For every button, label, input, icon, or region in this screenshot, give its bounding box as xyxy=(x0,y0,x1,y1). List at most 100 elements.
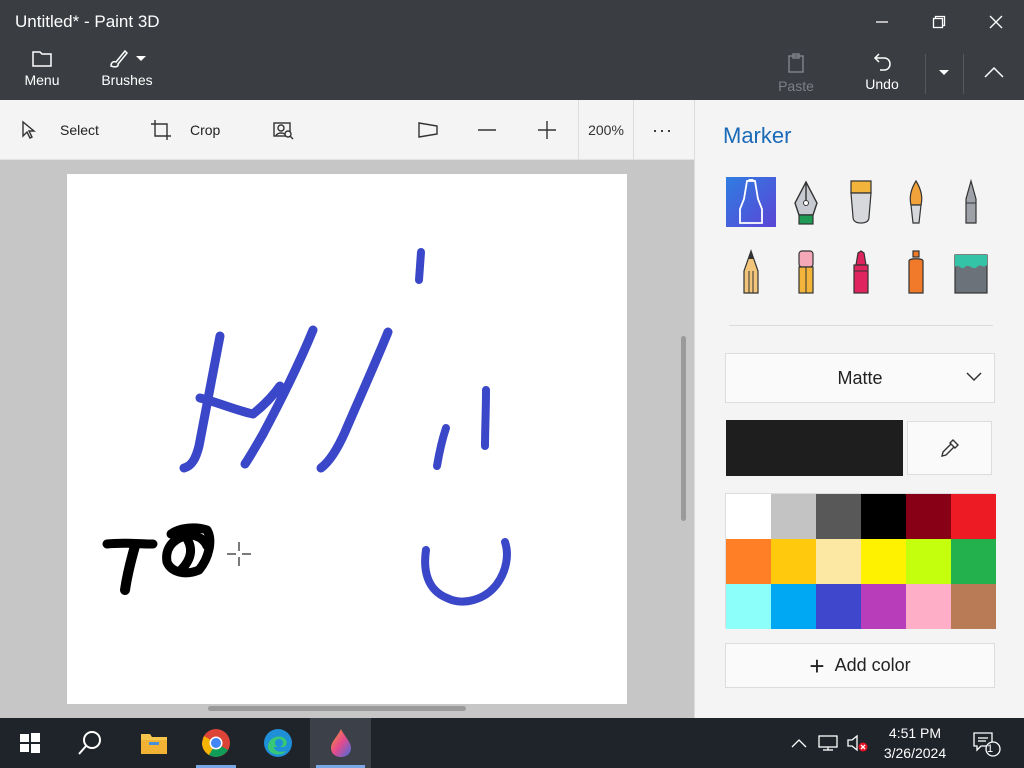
color-swatch[interactable] xyxy=(816,584,861,629)
network-button[interactable] xyxy=(814,718,842,768)
finish-dropdown[interactable]: Matte xyxy=(725,353,995,403)
minimize-button[interactable] xyxy=(853,0,910,44)
paint-3d-icon xyxy=(330,729,351,757)
perspective-view-icon xyxy=(418,122,438,138)
panel-divider xyxy=(729,325,993,326)
color-swatch[interactable] xyxy=(816,494,861,539)
color-swatch[interactable] xyxy=(906,494,951,539)
stroke-dot xyxy=(415,248,425,284)
zoom-value: 200% xyxy=(588,122,624,138)
brushes-button[interactable]: Brushes xyxy=(92,44,162,100)
view-3d-button[interactable] xyxy=(417,100,439,160)
current-color-swatch[interactable] xyxy=(726,420,903,476)
oil-brush-button[interactable] xyxy=(836,177,886,227)
start-button[interactable] xyxy=(6,718,54,768)
spray-can-icon xyxy=(908,250,924,294)
color-swatch[interactable] xyxy=(951,584,996,629)
color-swatch[interactable] xyxy=(726,584,771,629)
stroke-h-right xyxy=(240,325,318,469)
color-swatch[interactable] xyxy=(861,539,906,584)
volume-button[interactable] xyxy=(844,718,870,768)
cursor-arrow-icon xyxy=(22,120,36,139)
zoom-in-button[interactable] xyxy=(536,100,558,160)
taskbar: 4:51 PM 3/26/2024 1 xyxy=(0,718,1024,768)
calligraphy-pen-button[interactable] xyxy=(781,177,831,227)
stroke-scribble xyxy=(162,523,215,578)
stroke-i xyxy=(316,327,393,473)
folder-icon xyxy=(141,734,167,754)
paste-label: Paste xyxy=(778,78,814,94)
undo-history-dropdown[interactable] xyxy=(928,44,960,100)
chevron-down-icon xyxy=(136,56,146,61)
color-swatch[interactable] xyxy=(861,584,906,629)
collapse-ribbon-button[interactable] xyxy=(966,44,1022,100)
add-color-label: Add color xyxy=(834,655,911,675)
spray-can-button[interactable] xyxy=(891,247,941,297)
crosshair-cursor-icon xyxy=(227,542,251,566)
chrome-icon xyxy=(202,729,230,757)
menu-button[interactable]: Menu xyxy=(10,44,74,100)
drawing-canvas[interactable] xyxy=(67,174,627,704)
eraser-button[interactable] xyxy=(781,247,831,297)
select-tool[interactable]: Select xyxy=(20,100,99,160)
undo-button[interactable]: Undo xyxy=(852,44,912,100)
minimize-icon xyxy=(875,21,888,23)
file-explorer-button[interactable] xyxy=(128,718,180,768)
color-swatch[interactable] xyxy=(726,494,771,539)
notification-count: 1 xyxy=(987,743,994,755)
fill-bucket-button[interactable] xyxy=(946,247,996,297)
eyedropper-icon xyxy=(940,439,959,457)
color-swatch[interactable] xyxy=(771,494,816,539)
clock[interactable]: 4:51 PM 3/26/2024 xyxy=(872,723,958,763)
color-swatch[interactable] xyxy=(771,584,816,629)
paint-3d-button[interactable] xyxy=(310,718,371,768)
plus-icon xyxy=(538,121,556,139)
menu-label: Menu xyxy=(24,72,60,88)
search-button[interactable] xyxy=(64,718,116,768)
eyedropper-button[interactable] xyxy=(907,421,992,475)
vertical-scrollbar[interactable] xyxy=(681,336,686,521)
color-swatch[interactable] xyxy=(861,494,906,539)
crop-tool[interactable]: Crop xyxy=(150,100,220,160)
chrome-button[interactable] xyxy=(190,718,242,768)
color-swatch[interactable] xyxy=(771,539,816,584)
edge-icon xyxy=(264,729,292,757)
crayon-icon xyxy=(853,250,869,294)
paste-button[interactable]: Paste xyxy=(766,44,826,100)
color-swatch[interactable] xyxy=(816,539,861,584)
color-swatch[interactable] xyxy=(906,539,951,584)
show-hidden-icons-button[interactable] xyxy=(786,718,812,768)
color-palette xyxy=(725,493,996,629)
magic-select-tool[interactable] xyxy=(272,100,294,160)
notifications-button[interactable]: 1 xyxy=(966,718,1006,768)
maximize-button[interactable] xyxy=(910,0,967,44)
paste-icon xyxy=(788,53,804,73)
color-swatch[interactable] xyxy=(726,539,771,584)
marker-brush-button[interactable] xyxy=(726,177,776,227)
zoom-level[interactable]: 200% xyxy=(578,100,634,160)
close-button[interactable] xyxy=(967,0,1024,44)
chevron-down-icon xyxy=(939,70,949,75)
pixel-pen-button[interactable] xyxy=(946,177,996,227)
windows-logo-icon xyxy=(20,733,40,753)
eraser-icon xyxy=(798,250,814,294)
horizontal-scrollbar[interactable] xyxy=(208,706,466,711)
pixel-pen-icon xyxy=(965,179,977,224)
separator xyxy=(925,54,926,94)
watercolor-brush-button[interactable] xyxy=(891,177,941,227)
pencil-button[interactable] xyxy=(726,247,776,297)
panel-title: Marker xyxy=(723,123,792,148)
clock-date: 3/26/2024 xyxy=(883,745,947,761)
chevron-up-icon xyxy=(791,739,807,748)
color-swatch[interactable] xyxy=(951,539,996,584)
add-color-button[interactable]: + Add color xyxy=(725,643,995,688)
canvas-workspace[interactable] xyxy=(0,160,694,718)
crayon-button[interactable] xyxy=(836,247,886,297)
edge-button[interactable] xyxy=(250,718,306,768)
zoom-out-button[interactable] xyxy=(476,100,498,160)
color-swatch[interactable] xyxy=(951,494,996,539)
undo-label: Undo xyxy=(865,76,899,92)
brushes-label: Brushes xyxy=(101,72,153,88)
color-swatch[interactable] xyxy=(906,584,951,629)
more-options-button[interactable]: ··· xyxy=(652,100,673,160)
